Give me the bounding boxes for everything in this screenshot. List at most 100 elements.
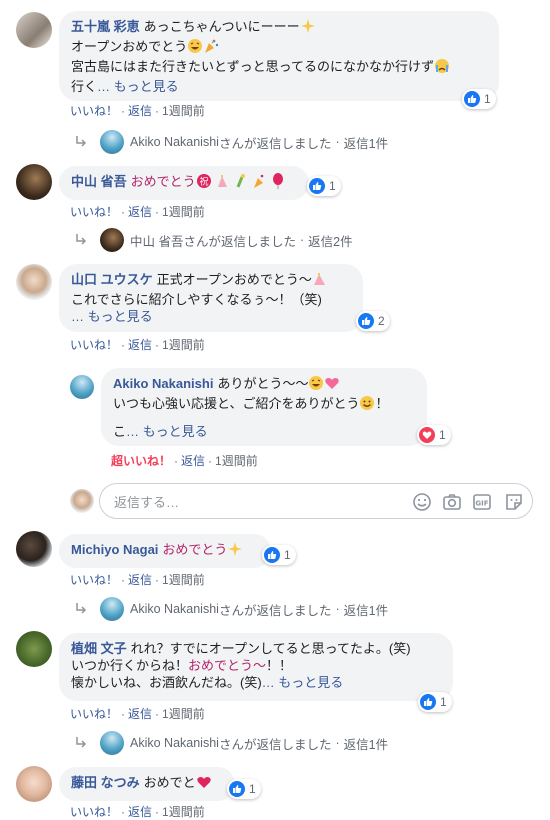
gif-icon[interactable]: GIF <box>472 492 492 512</box>
like-button[interactable]: いいね！ <box>70 707 118 721</box>
like-button[interactable]: いいね！ <box>70 573 118 587</box>
sticker-icon[interactable] <box>504 492 524 512</box>
crying-face-icon <box>434 58 450 78</box>
avatar[interactable] <box>16 12 52 48</box>
avatar[interactable] <box>16 531 52 567</box>
reaction-count: 2 <box>378 314 385 328</box>
reaction-summary[interactable]: 1 <box>227 779 261 799</box>
comment-actions: いいね！ · 返信 · 1週間前 <box>70 573 205 587</box>
comment-bubble: 藤田 なつみ おめでと <box>59 767 235 801</box>
reply-summary[interactable]: Akiko Nakanishi さんが返信しました · 返信1件 <box>74 597 388 621</box>
reaction-count: 1 <box>439 428 446 442</box>
heart-icon <box>324 375 340 395</box>
comment-actions: 超いいね！ · 返信 · 1週間前 <box>111 454 258 468</box>
timestamp[interactable]: 1週間前 <box>162 707 205 721</box>
comment-bubble: Michiyo Nagai おめでとう <box>59 534 271 568</box>
avatar <box>100 228 124 252</box>
reply-arrow-icon <box>76 234 87 245</box>
reaction-summary[interactable]: 1 <box>307 176 341 196</box>
reaction-count: 1 <box>484 92 491 106</box>
like-button[interactable]: いいね！ <box>70 338 118 352</box>
reply-arrow-icon <box>76 136 87 147</box>
reaction-summary[interactable]: 1 <box>417 425 451 445</box>
reply-button[interactable]: 返信 <box>128 573 152 587</box>
reply-input[interactable] <box>112 491 396 513</box>
reply-button[interactable]: 返信 <box>128 805 152 819</box>
timestamp[interactable]: 1週間前 <box>162 805 205 819</box>
comment-text: 懐かしいね、お酒飲んだね。(笑) <box>71 675 262 690</box>
comment-actions: いいね！ · 返信 · 1週間前 <box>70 805 205 819</box>
comment-text: あっこちゃんついにーーー <box>143 19 300 34</box>
smiling-face-icon <box>359 395 375 415</box>
timestamp[interactable]: 1週間前 <box>162 104 205 118</box>
comment-text: いつか行くからね！ <box>71 658 189 673</box>
comment-author[interactable]: 中山 省吾 <box>71 174 127 189</box>
comment-author[interactable]: 五十嵐 彩恵 <box>71 19 140 34</box>
reply-summary-text: さんが返信しました <box>218 603 332 618</box>
see-more-link[interactable]: … もっと見る <box>262 675 344 690</box>
see-more-link[interactable]: … もっと見る <box>126 424 208 439</box>
avatar[interactable] <box>16 264 52 300</box>
like-button[interactable]: いいね！ <box>70 805 118 819</box>
svg-text:祝: 祝 <box>199 176 208 188</box>
comment-text: オープンおめでとう <box>71 39 188 54</box>
reply-count: 返信1件 <box>343 136 389 151</box>
see-more-link[interactable]: … もっと見る <box>71 309 153 324</box>
reply-summary[interactable]: 中山 省吾 さんが返信しました · 返信2件 <box>74 228 353 252</box>
comment-author[interactable]: Akiko Nakanishi <box>113 376 213 391</box>
reply-summary[interactable]: Akiko Nakanishi さんが返信しました · 返信1件 <box>74 130 388 154</box>
reply-input-box[interactable]: GIF <box>99 483 533 519</box>
party-popper-icon <box>203 38 219 58</box>
reply-summary[interactable]: Akiko Nakanishi さんが返信しました · 返信1件 <box>74 731 388 755</box>
like-icon <box>229 781 245 797</box>
comment-text: 正式オープンおめでとう〜 <box>156 272 312 287</box>
comment-author[interactable]: 藤田 なつみ <box>71 775 140 790</box>
like-icon <box>464 91 480 107</box>
like-button[interactable]: いいね！ <box>70 104 118 118</box>
see-more-link[interactable]: … もっと見る <box>97 79 179 94</box>
reply-author: Akiko Nakanishi <box>130 602 219 616</box>
comment-actions: いいね！ · 返信 · 1週間前 <box>70 205 205 219</box>
comment-author[interactable]: 山口 ユウスケ <box>71 272 153 287</box>
like-icon <box>420 694 436 710</box>
reply-author: 中山 省吾 <box>130 234 184 249</box>
reply-button[interactable]: 返信 <box>128 707 152 721</box>
reaction-count: 1 <box>249 782 256 796</box>
reaction-summary[interactable]: 1 <box>262 545 296 565</box>
reaction-summary[interactable]: 2 <box>356 311 390 331</box>
reply-summary-text: さんが返信しました <box>218 737 332 752</box>
love-reaction-button[interactable]: 超いいね！ <box>111 454 171 468</box>
comment-author[interactable]: Michiyo Nagai <box>71 542 158 557</box>
reaction-count: 1 <box>440 695 447 709</box>
timestamp[interactable]: 1週間前 <box>162 205 205 219</box>
reaction-summary[interactable]: 1 <box>418 692 452 712</box>
reaction-summary[interactable]: 1 <box>462 89 496 109</box>
sparkles-icon <box>300 18 316 38</box>
emoji-icon[interactable] <box>412 492 432 512</box>
reply-button[interactable]: 返信 <box>128 205 152 219</box>
comment-text: ！ <box>375 396 389 411</box>
avatar[interactable] <box>70 375 94 399</box>
reply-button[interactable]: 返信 <box>128 338 152 352</box>
avatar[interactable] <box>16 164 52 200</box>
timestamp[interactable]: 1週間前 <box>162 573 205 587</box>
current-user-avatar <box>70 489 94 513</box>
comment-author[interactable]: 植畑 文子 <box>71 641 127 656</box>
laughing-face-icon <box>308 375 324 395</box>
reply-arrow-icon <box>76 603 87 614</box>
comment-bubble: Akiko Nakanishi ありがとう〜〜 いつも心強い応援と、ご紹介をありが… <box>101 368 427 446</box>
like-icon <box>309 178 325 194</box>
like-button[interactable]: いいね！ <box>70 205 118 219</box>
camera-icon[interactable] <box>442 492 462 512</box>
reply-button[interactable]: 返信 <box>181 454 205 468</box>
avatar[interactable] <box>16 631 52 667</box>
reaction-count: 1 <box>329 179 336 193</box>
timestamp[interactable]: 1週間前 <box>215 454 258 468</box>
reply-summary-text: さんが返信しました <box>183 234 296 249</box>
timestamp[interactable]: 1週間前 <box>162 338 205 352</box>
avatar[interactable] <box>16 766 52 802</box>
comment-text: 行く <box>71 79 98 94</box>
comment-actions: いいね！ · 返信 · 1週間前 <box>70 104 205 118</box>
reply-button[interactable]: 返信 <box>128 104 152 118</box>
comment-text-highlight: おめでとう〜 <box>188 658 267 673</box>
